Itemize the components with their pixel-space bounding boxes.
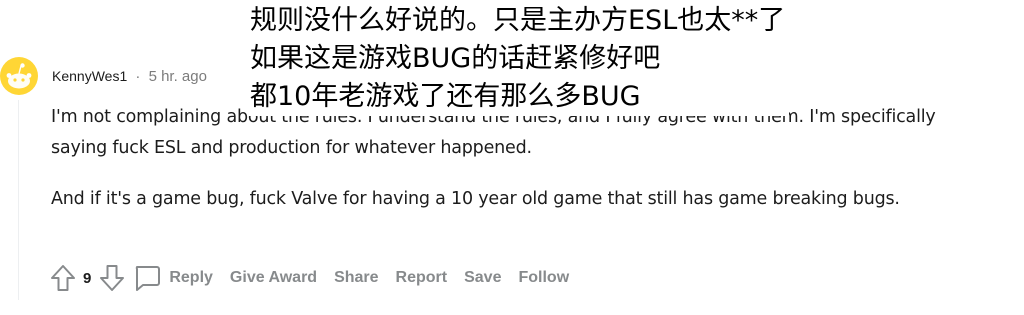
speech-bubble-icon	[136, 266, 161, 291]
report-button[interactable]: Report	[396, 269, 448, 287]
share-button[interactable]: Share	[334, 269, 378, 287]
follow-label: Follow	[518, 269, 570, 286]
comment-meta: KennyWes1 · 5 hr. ago	[52, 64, 207, 89]
save-label: Save	[464, 269, 502, 286]
follow-button[interactable]: Follow	[518, 269, 569, 287]
chinese-caption-overlay: 规则没什么好说的。只是主办方ESL也太**了 如果这是游戏BUG的话赶紧修好吧 …	[248, 2, 790, 116]
give-award-label: Give Award	[229, 269, 318, 286]
thread-line[interactable]	[18, 100, 19, 300]
timestamp[interactable]: 5 hr. ago	[149, 68, 207, 85]
comment-action-bar: 9 Reply Give Award Share Report Save Fol…	[50, 262, 586, 294]
upvote-arrow-icon[interactable]	[50, 264, 76, 292]
caption-line-2: 如果这是游戏BUG的话赶紧修好吧	[250, 40, 786, 78]
comment-body: I'm not complaining about the rules. I u…	[51, 102, 971, 235]
meta-separator: ·	[135, 68, 141, 85]
comment-screenshot: KennyWes1 · 5 hr. ago I'm not complainin…	[0, 0, 1024, 315]
reply-button[interactable]: Reply	[125, 264, 213, 292]
comment-paragraph-2: And if it's a game bug, fuck Valve for h…	[51, 189, 900, 209]
snoo-avatar-icon[interactable]	[0, 57, 38, 95]
caption-line-3: 都10年老游戏了还有那么多BUG	[250, 78, 786, 116]
save-button[interactable]: Save	[464, 269, 501, 287]
share-label: Share	[334, 269, 379, 286]
reply-label: Reply	[169, 269, 213, 286]
report-label: Report	[395, 269, 448, 286]
vote-score: 9	[83, 269, 92, 287]
caption-line-1: 规则没什么好说的。只是主办方ESL也太**了	[250, 2, 786, 40]
username-link[interactable]: KennyWes1	[52, 68, 127, 84]
downvote-arrow-icon[interactable]	[99, 264, 125, 292]
give-award-button[interactable]: Give Award	[230, 269, 317, 287]
